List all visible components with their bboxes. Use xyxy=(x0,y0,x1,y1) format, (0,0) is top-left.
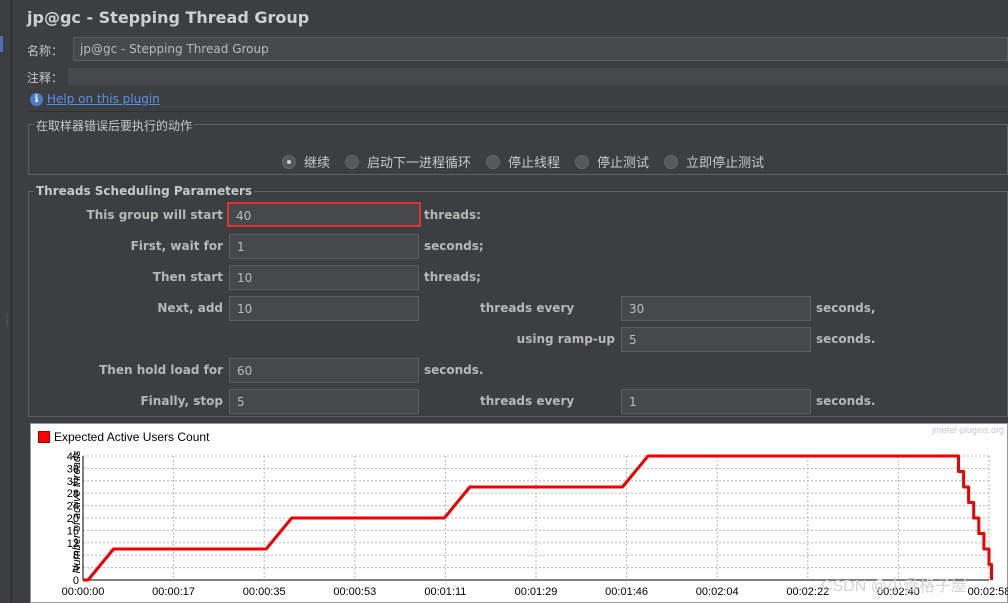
radio-stop-test-now[interactable]: 立即停止测试 xyxy=(664,152,764,171)
next-add-label: Next, add xyxy=(157,301,223,315)
tree-panel-edge[interactable]: ⋮ ⋮ xyxy=(0,0,12,603)
x-tick-label: 00:01:29 xyxy=(515,586,558,598)
then-start-field[interactable]: 10 xyxy=(229,265,419,290)
initial-delay-unit: seconds; xyxy=(424,239,484,253)
help-row: i Help on this plugin xyxy=(30,92,160,106)
threads-every-unit: seconds, xyxy=(816,301,876,315)
hold-load-unit: seconds. xyxy=(424,363,484,377)
comment-label: 注释： xyxy=(27,71,64,85)
error-action-radios: 继续 启动下一进程循环 停止线程 停止测试 立即停止测试 xyxy=(282,152,779,171)
radio-unselected-icon xyxy=(486,154,501,169)
x-tick-label: 00:02:04 xyxy=(696,586,739,598)
x-tick-label: 00:01:46 xyxy=(605,586,648,598)
start-threads-unit: threads: xyxy=(424,208,481,222)
rampup-label: using ramp-up xyxy=(516,332,615,346)
hold-load-label: Then hold load for xyxy=(99,363,223,377)
radio-label: 停止测试 xyxy=(597,156,650,171)
start-threads-field[interactable]: 40 xyxy=(227,202,421,227)
panel-title: jp@gc - Stepping Thread Group xyxy=(27,8,310,27)
radio-start-next-loop[interactable]: 启动下一进程循环 xyxy=(345,152,471,171)
error-action-group: 在取样器错误后要执行的动作 继续 启动下一进程循环 停止线程 停止测试 立即停止… xyxy=(28,117,1008,175)
comment-field[interactable] xyxy=(68,68,1008,85)
then-start-unit: threads; xyxy=(424,270,481,284)
y-axis-title: Number of active threads xyxy=(71,450,83,574)
start-threads-label: This group will start xyxy=(86,208,223,222)
help-link[interactable]: Help on this plugin xyxy=(47,92,160,106)
chart-legend: Expected Active Users Count xyxy=(38,430,209,444)
rampup-field[interactable]: 5 xyxy=(621,327,811,352)
hold-load-field[interactable]: 60 xyxy=(229,358,419,383)
radio-stop-test[interactable]: 停止测试 xyxy=(575,152,649,171)
legend-swatch xyxy=(38,431,50,443)
name-field[interactable]: jp@gc - Stepping Thread Group xyxy=(73,37,1008,61)
x-tick-label: 00:02:58 xyxy=(968,586,1008,598)
radio-unselected-icon xyxy=(345,154,360,169)
thread-group-editor: jp@gc - Stepping Thread Group 名称： jp@gc … xyxy=(13,0,1008,603)
radio-label: 启动下一进程循环 xyxy=(367,156,472,171)
threads-every-field[interactable]: 30 xyxy=(621,296,811,321)
stop-every-label: threads every xyxy=(480,394,575,408)
radio-label: 继续 xyxy=(304,156,331,171)
initial-delay-label: First, wait for xyxy=(130,239,223,253)
radio-label: 立即停止测试 xyxy=(686,156,765,171)
x-tick-label: 00:01:11 xyxy=(424,586,466,598)
expected-users-chart: 0 4 8 12 16 20 24 28 32 36 40 00:00:00 00:00:17 00:00… xyxy=(30,423,1008,603)
finally-stop-label: Finally, stop xyxy=(140,394,223,408)
threads-every-label: threads every xyxy=(480,301,575,315)
then-start-label: Then start xyxy=(152,270,223,284)
radio-continue[interactable]: 继续 xyxy=(282,152,330,171)
splitter-grip-icon[interactable]: ⋮ ⋮ xyxy=(3,315,11,328)
stop-every-field[interactable]: 1 xyxy=(621,389,811,414)
plugin-watermark: jmeter-plugins.org xyxy=(931,425,1004,435)
x-tick-label: 00:00:53 xyxy=(333,586,376,598)
next-add-field[interactable]: 10 xyxy=(229,296,419,321)
error-action-title: 在取样器错误后要执行的动作 xyxy=(34,117,195,134)
tree-selection-marker xyxy=(0,36,3,52)
radio-label: 停止线程 xyxy=(508,156,561,171)
csdn-watermark: CSDN @小骨格子屋 xyxy=(821,578,968,595)
radio-unselected-icon xyxy=(575,154,590,169)
scheduling-params-title: Threads Scheduling Parameters xyxy=(34,184,255,198)
radio-selected-icon xyxy=(282,154,296,169)
stop-every-unit: seconds. xyxy=(816,394,876,408)
name-label: 名称： xyxy=(27,44,64,58)
initial-delay-field[interactable]: 1 xyxy=(229,234,419,259)
divider xyxy=(27,111,1008,112)
info-icon: i xyxy=(30,92,43,106)
radio-stop-thread[interactable]: 停止线程 xyxy=(486,152,560,171)
x-tick-label: 00:00:17 xyxy=(152,586,195,598)
x-tick-label: 00:00:00 xyxy=(62,586,105,598)
x-tick-label: 00:00:35 xyxy=(243,586,286,598)
finally-stop-field[interactable]: 5 xyxy=(229,389,419,414)
rampup-unit: seconds. xyxy=(816,332,876,346)
radio-unselected-icon xyxy=(664,154,679,169)
